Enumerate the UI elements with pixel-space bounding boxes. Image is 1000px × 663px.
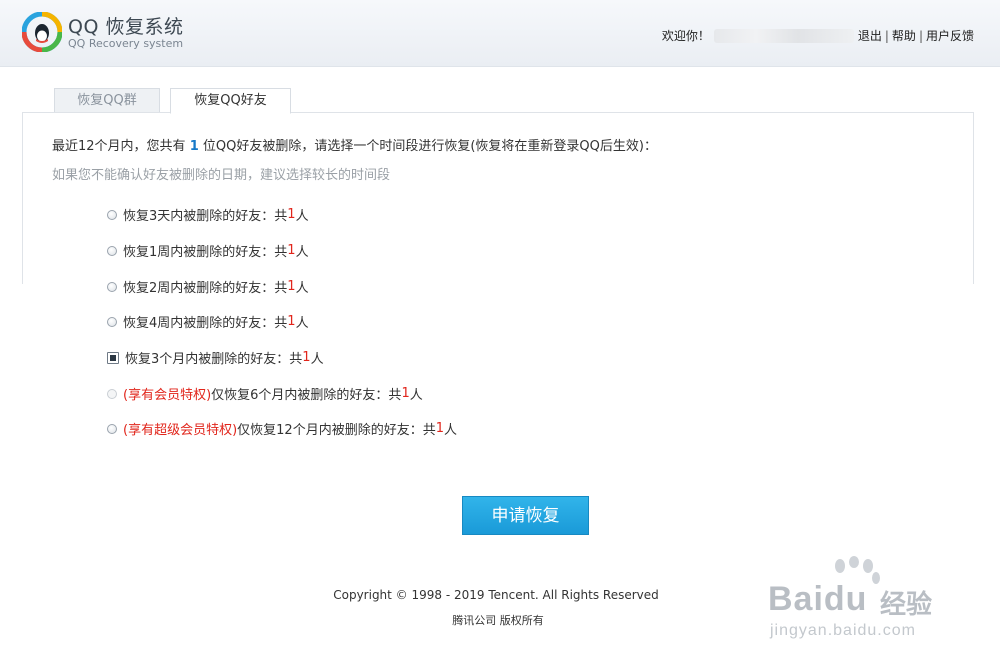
- feedback-link[interactable]: 用户反馈: [926, 27, 974, 44]
- option-count: 1: [401, 386, 410, 401]
- option-unit: 人: [310, 352, 324, 367]
- option-unit: 人: [409, 388, 423, 403]
- intro-text: 最近12个月内，您共有 1 位QQ好友被删除，请选择一个时间段进行恢复(恢复将在…: [52, 135, 657, 154]
- option-label: 恢复3个月内被删除的好友：共: [125, 352, 303, 367]
- help-link[interactable]: 帮助: [892, 27, 916, 44]
- intro-prefix: 最近12个月内，您共有: [52, 139, 190, 154]
- option-label: 恢复1周内被删除的好友：共: [123, 245, 288, 260]
- radio-button[interactable]: [107, 316, 117, 327]
- option-unit: 人: [295, 245, 309, 260]
- logo-subtitle: QQ Recovery system: [68, 37, 184, 50]
- radio-button[interactable]: [107, 209, 117, 220]
- option-2-weeks[interactable]: 恢复2周内被删除的好友：共 1 人: [107, 277, 309, 296]
- apply-recovery-button[interactable]: 申请恢复: [462, 496, 589, 535]
- top-links: 欢迎你！ 退出 | 帮助 | 用户反馈: [662, 27, 974, 44]
- option-4-weeks[interactable]: 恢复4周内被删除的好友：共 1 人: [107, 312, 309, 331]
- option-label: 仅恢复6个月内被删除的好友：共: [211, 388, 402, 403]
- option-3-months[interactable]: 恢复3个月内被删除的好友：共 1 人: [107, 348, 324, 367]
- option-12-months-svip[interactable]: (享有超级会员特权) 仅恢复12个月内被删除的好友：共 1 人: [107, 419, 457, 438]
- option-label: 恢复2周内被删除的好友：共: [123, 281, 288, 296]
- option-3-days[interactable]: 恢复3天内被删除的好友：共 1 人: [107, 205, 309, 224]
- option-unit: 人: [443, 423, 457, 438]
- header: QQ 恢复系统 QQ Recovery system 欢迎你！ 退出 | 帮助 …: [0, 0, 1000, 67]
- option-label: 仅恢复12个月内被删除的好友：共: [237, 423, 436, 438]
- radio-button-disabled[interactable]: [107, 388, 117, 399]
- watermark-url: jingyan.baidu.com: [770, 622, 916, 639]
- watermark-brand: Baidu: [768, 580, 868, 618]
- option-label: 恢复3天内被删除的好友：共: [123, 209, 288, 224]
- tab-recover-friend[interactable]: 恢复QQ好友: [170, 88, 291, 114]
- welcome-text: 欢迎你！: [661, 29, 710, 43]
- option-1-week[interactable]: 恢复1周内被删除的好友：共 1 人: [107, 241, 309, 260]
- intro-hint: 如果您不能确认好友被删除的日期，建议选择较长的时间段: [52, 168, 391, 183]
- radio-button[interactable]: [107, 281, 117, 292]
- logout-link[interactable]: 退出: [858, 27, 882, 44]
- radio-button[interactable]: [107, 245, 117, 256]
- option-unit: 人: [295, 316, 309, 331]
- option-count: 1: [287, 314, 296, 329]
- qq-recovery-logo-icon: [22, 12, 62, 52]
- option-unit: 人: [295, 209, 309, 224]
- separator: |: [918, 28, 923, 43]
- option-count: 1: [287, 207, 296, 222]
- blurred-username: [713, 28, 854, 43]
- tab-recover-group[interactable]: 恢复QQ群: [54, 88, 160, 112]
- option-count: 1: [287, 243, 296, 258]
- deleted-count: 1: [189, 139, 199, 154]
- option-count: 1: [435, 421, 444, 436]
- svip-privilege-tag: (享有超级会员特权): [123, 423, 238, 438]
- option-6-months-vip[interactable]: (享有会员特权) 仅恢复6个月内被删除的好友：共 1 人: [107, 384, 423, 403]
- option-count: 1: [302, 350, 311, 365]
- watermark-cn: 经验: [880, 590, 933, 620]
- option-count: 1: [287, 279, 296, 294]
- vip-privilege-tag: (享有会员特权): [123, 388, 212, 403]
- logo-title: QQ 恢复系统: [68, 16, 184, 38]
- radio-button-selected[interactable]: [107, 351, 119, 364]
- option-unit: 人: [295, 281, 309, 296]
- separator: |: [884, 28, 889, 43]
- intro-suffix: 位QQ好友被删除，请选择一个时间段进行恢复(恢复将在重新登录QQ后生效)：: [198, 139, 657, 154]
- radio-button[interactable]: [107, 423, 117, 434]
- option-label: 恢复4周内被删除的好友：共: [123, 316, 288, 331]
